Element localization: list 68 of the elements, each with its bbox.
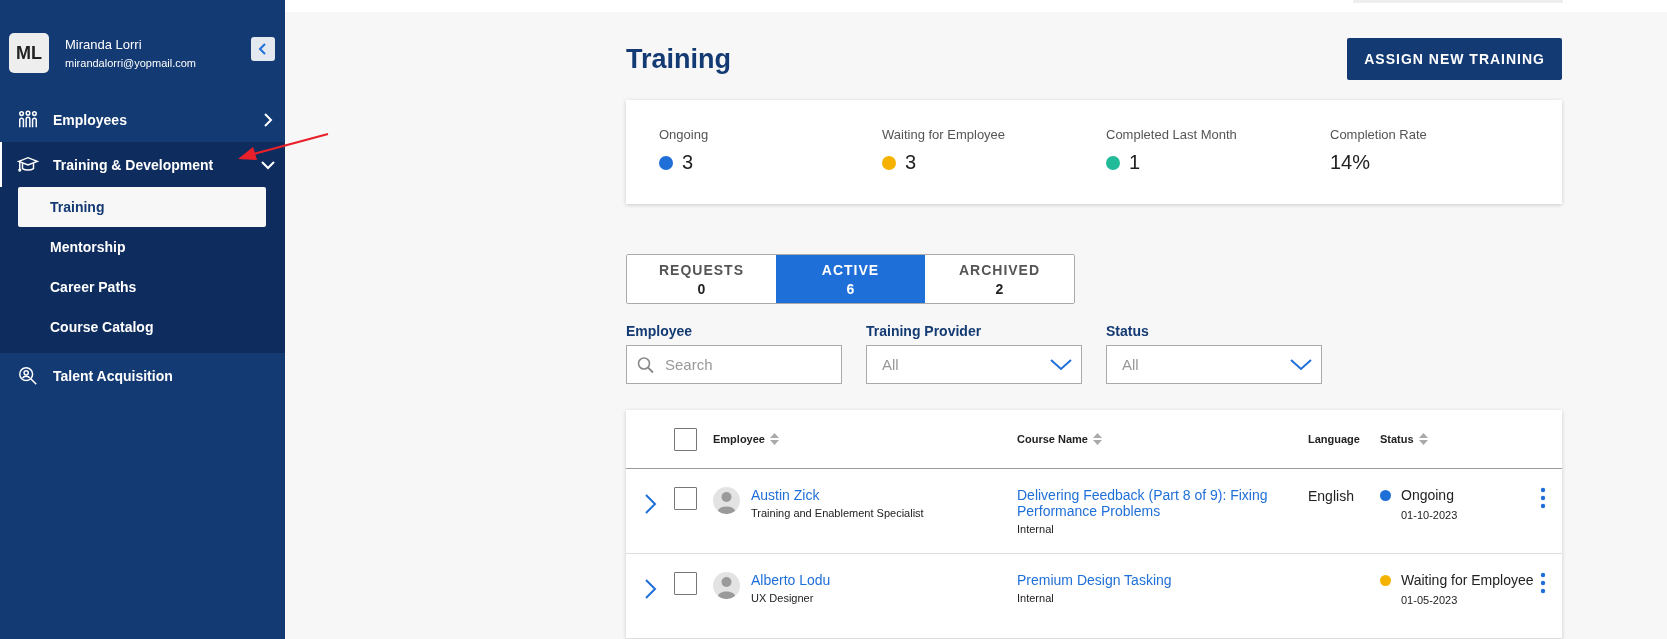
user-avatar: ML	[9, 33, 49, 73]
row-checkbox[interactable]	[674, 572, 697, 595]
dropdown-field[interactable]: All	[1106, 345, 1322, 384]
training-provider: Internal	[1017, 592, 1055, 604]
user-email: mirandalorri@yopmail.com	[65, 57, 197, 69]
nav-label: Talent Acquisition	[53, 367, 174, 384]
stat-value: 14%	[1330, 151, 1371, 174]
page-title: Training	[626, 43, 731, 75]
nav-subitem[interactable]: Course Catalog	[18, 307, 266, 347]
employee-link[interactable]: Alberto Lodu	[751, 572, 831, 588]
status-text: Waiting for Employee	[1401, 572, 1534, 588]
collapse-sidebar-button[interactable]	[251, 37, 275, 61]
filter-label: Status	[1106, 323, 1150, 339]
filter-label: Training Provider	[866, 323, 983, 339]
tab[interactable]: REQUESTS 0	[627, 255, 776, 303]
more-options-icon[interactable]	[1540, 487, 1546, 509]
filter-label: Employee	[626, 323, 694, 339]
course-link[interactable]: Premium Design Tasking	[1017, 572, 1308, 588]
nav-item[interactable]: Training & Development	[0, 142, 285, 187]
nav-subitem[interactable]: Career Paths	[18, 267, 266, 307]
select-all-checkbox[interactable]	[674, 427, 697, 451]
column-header[interactable]: Status	[1380, 433, 1536, 445]
column-header[interactable]: Employee	[713, 433, 1017, 445]
nav-label: Employees	[53, 111, 128, 128]
sort-icon[interactable]	[769, 433, 779, 445]
chevron-left-icon	[258, 43, 268, 55]
sort-icon[interactable]	[1092, 433, 1102, 445]
stat-label: Completion Rate	[1330, 127, 1428, 142]
row-checkbox[interactable]	[674, 487, 697, 510]
chevron-down-icon	[1050, 358, 1072, 371]
status-text: Ongoing	[1401, 487, 1454, 503]
search-field[interactable]: Search	[626, 345, 842, 384]
employee-role: Training and Enablement Specialist	[751, 507, 924, 519]
chevron-right-icon	[261, 112, 275, 127]
dropdown-field[interactable]: All	[866, 345, 1082, 384]
stat-label: Completed Last Month	[1106, 127, 1238, 142]
user-name: Miranda Lorri	[65, 37, 143, 52]
search-icon	[637, 356, 654, 373]
column-header[interactable]: Course Name	[1017, 433, 1308, 445]
tab[interactable]: ARCHIVED 2	[925, 255, 1074, 303]
nav-item[interactable]: Employees	[0, 97, 285, 142]
nav-subitem[interactable]: Mentorship	[18, 227, 266, 267]
nav-subitem[interactable]: Training	[18, 187, 266, 227]
stat-value: 3	[905, 151, 917, 174]
employee-link[interactable]: Austin Zick	[751, 487, 924, 503]
avatar-icon	[713, 487, 740, 514]
chevron-right-icon[interactable]	[644, 493, 658, 515]
nav-item[interactable]: Talent Acquisition	[0, 353, 285, 398]
status-date: 01-10-2023	[1400, 509, 1459, 521]
nav-label: Training & Development	[53, 156, 215, 173]
stat-label: Waiting for Employee	[882, 127, 1007, 142]
stat-label: Ongoing	[659, 127, 710, 142]
chevron-right-icon[interactable]	[644, 578, 658, 600]
employee-role: UX Designer	[751, 592, 815, 604]
column-header: Language	[1308, 433, 1361, 445]
training-provider: Internal	[1017, 523, 1055, 535]
status-date: 01-05-2023	[1400, 594, 1459, 606]
language-cell: English	[1308, 488, 1354, 504]
avatar-icon	[713, 572, 740, 599]
chevron-down-icon	[1290, 358, 1312, 371]
tab[interactable]: ACTIVE 6	[776, 255, 925, 303]
stat-value: 1	[1129, 151, 1141, 174]
assign-training-button[interactable]: ASSIGN NEW TRAINING	[1347, 38, 1562, 80]
search-person-icon	[17, 364, 39, 387]
stat-value: 3	[682, 151, 694, 174]
course-link[interactable]: Delivering Feedback (Part 8 of 9): Fixing Performance Problems	[1017, 487, 1308, 519]
sort-icon[interactable]	[1418, 433, 1428, 445]
more-options-icon[interactable]	[1540, 572, 1546, 594]
